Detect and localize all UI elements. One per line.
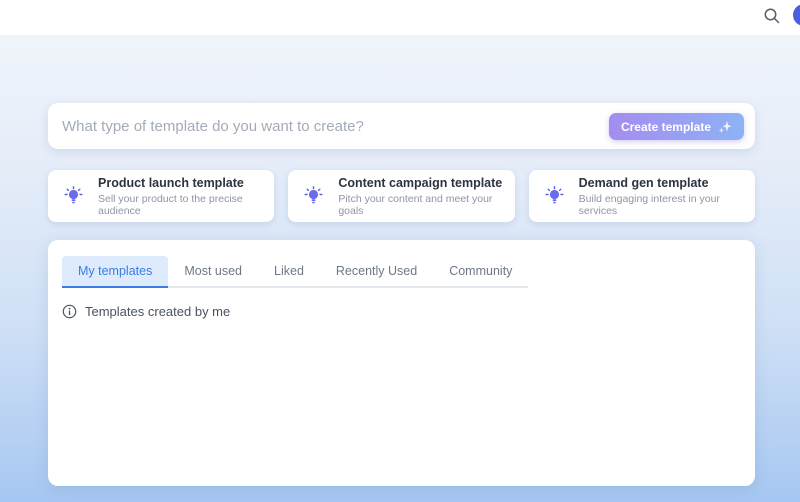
suggestion-cards-row: Product launch template Sell your produc… — [48, 170, 755, 222]
lightbulb-icon — [302, 185, 325, 208]
suggestion-card-demand-gen[interactable]: Demand gen template Build engaging inter… — [529, 170, 755, 222]
templates-panel: My templates Most used Liked Recently Us… — [48, 240, 755, 486]
search-button[interactable] — [760, 5, 784, 29]
suggestion-card-content-campaign[interactable]: Content campaign template Pitch your con… — [288, 170, 514, 222]
app-window: Create template — [0, 0, 800, 502]
tab-my-templates[interactable]: My templates — [62, 256, 168, 286]
search-icon — [763, 7, 781, 28]
create-template-button[interactable]: Create template — [609, 113, 744, 140]
suggestion-subtitle: Build engaging interest in your services — [579, 193, 743, 217]
tab-liked[interactable]: Liked — [258, 256, 320, 286]
sparkles-icon — [718, 120, 732, 134]
suggestion-title: Content campaign template — [338, 176, 502, 190]
suggestion-subtitle: Sell your product to the precise audienc… — [98, 193, 262, 217]
lightbulb-icon — [62, 185, 85, 208]
topbar — [0, 0, 800, 35]
templates-tabbar: My templates Most used Liked Recently Us… — [62, 256, 528, 288]
suggestion-title: Demand gen template — [579, 176, 743, 190]
lightbulb-icon — [543, 185, 566, 208]
suggestion-card-product-launch[interactable]: Product launch template Sell your produc… — [48, 170, 274, 222]
template-prompt-input[interactable] — [62, 103, 617, 149]
info-icon — [62, 304, 77, 319]
suggestion-title: Product launch template — [98, 176, 262, 190]
suggestion-subtitle: Pitch your content and meet your goals — [338, 193, 502, 217]
prompt-card: Create template — [48, 103, 755, 149]
tab-most-used[interactable]: Most used — [168, 256, 258, 286]
avatar[interactable] — [793, 4, 800, 26]
tab-community[interactable]: Community — [433, 256, 528, 286]
empty-state-text: Templates created by me — [85, 304, 230, 319]
tab-recently-used[interactable]: Recently Used — [320, 256, 433, 286]
empty-state-row: Templates created by me — [62, 304, 741, 319]
create-template-label: Create template — [621, 120, 711, 134]
